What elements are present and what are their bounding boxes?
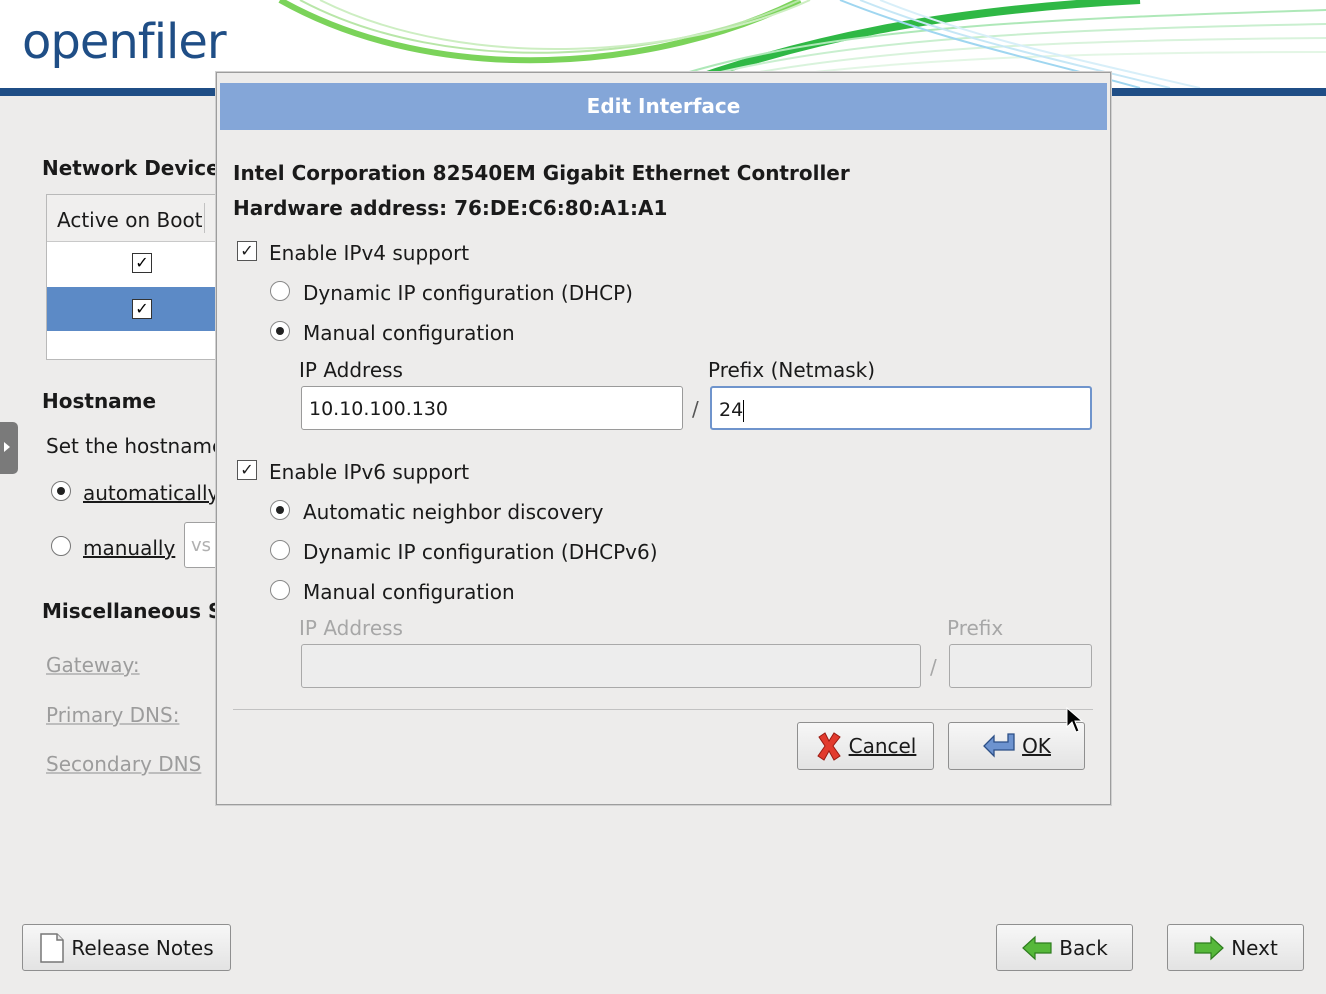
cancel-button[interactable]: Cancel — [797, 722, 934, 770]
ipv4-dhcp-radio[interactable] — [270, 281, 290, 301]
release-notes-label: Release Notes — [71, 935, 214, 960]
next-label: Next — [1231, 935, 1278, 960]
ipv6-manual-radio[interactable] — [270, 580, 290, 600]
primary-dns-label: Primary DNS: — [46, 703, 180, 727]
release-notes-button[interactable]: Release Notes — [22, 924, 231, 971]
ipv6-prefix-separator: / — [930, 655, 937, 679]
enter-arrow-icon — [983, 733, 1015, 758]
edit-interface-dialog: Edit Interface Intel Corporation 82540EM… — [216, 72, 1111, 805]
side-panel-handle[interactable] — [0, 422, 18, 474]
ipv4-dhcp-label[interactable]: Dynamic IP configuration (DHCP) — [303, 281, 633, 305]
ipv4-prefix-separator: / — [692, 397, 699, 421]
back-button[interactable]: Back — [996, 924, 1133, 971]
hostname-manual-label[interactable]: manually — [83, 536, 175, 560]
column-divider — [204, 203, 205, 233]
red-x-icon — [816, 732, 841, 761]
ipv6-prefix-label: Prefix — [947, 616, 1004, 640]
ipv6-auto-label[interactable]: Automatic neighbor discovery — [303, 500, 603, 524]
ipv4-prefix-label: Prefix (Netmask) — [708, 358, 876, 382]
ipv4-ip-address-label: IP Address — [299, 358, 403, 382]
mouse-pointer-icon — [1066, 707, 1084, 733]
column-header-active-on-boot: Active on Boot — [57, 208, 203, 232]
gateway-label: Gateway: — [46, 653, 140, 677]
dialog-separator — [233, 709, 1093, 710]
ipv6-prefix-input[interactable] — [949, 644, 1092, 688]
ipv6-manual-label[interactable]: Manual configuration — [303, 580, 515, 604]
active-on-boot-checkbox[interactable]: ✓ — [132, 299, 152, 319]
enable-ipv4-label[interactable]: Enable IPv4 support — [269, 241, 469, 265]
hostname-description: Set the hostname — [46, 434, 225, 458]
table-row-selected[interactable]: ✓ — [47, 287, 217, 331]
document-icon — [40, 932, 65, 963]
openfiler-logo: openfiler — [22, 14, 227, 70]
hostname-auto-label[interactable]: automatically — [83, 481, 219, 505]
text-cursor — [743, 399, 745, 422]
ipv4-prefix-value: 24 — [719, 399, 744, 421]
ipv6-dhcp-radio[interactable] — [270, 540, 290, 560]
enable-ipv6-checkbox[interactable]: ✓ — [237, 460, 257, 480]
dialog-title: Edit Interface — [220, 83, 1107, 130]
ipv6-ip-address-label: IP Address — [299, 616, 403, 640]
ipv6-ip-address-input[interactable] — [301, 644, 921, 688]
hostname-manual-input-text: vs — [191, 535, 212, 556]
back-label: Back — [1059, 935, 1108, 960]
network-devices-table: Active on Boot ✓ ✓ — [46, 194, 218, 360]
green-left-arrow-icon — [1022, 935, 1052, 960]
next-button[interactable]: Next — [1167, 924, 1304, 971]
ipv6-auto-radio[interactable] — [270, 500, 290, 520]
hardware-address: Hardware address: 76:DE:C6:80:A1:A1 — [233, 196, 668, 220]
hostname-auto-radio[interactable] — [51, 481, 71, 501]
device-name: Intel Corporation 82540EM Gigabit Ethern… — [233, 161, 850, 185]
network-devices-heading: Network Devices — [42, 156, 232, 180]
enable-ipv6-label[interactable]: Enable IPv6 support — [269, 460, 469, 484]
table-header[interactable]: Active on Boot — [47, 195, 217, 242]
active-on-boot-checkbox[interactable]: ✓ — [132, 253, 152, 273]
chevron-right-icon — [4, 442, 10, 452]
cancel-label: Cancel — [848, 734, 917, 758]
secondary-dns-label: Secondary DNS — [46, 752, 202, 776]
enable-ipv4-checkbox[interactable]: ✓ — [237, 241, 257, 261]
hostname-heading: Hostname — [42, 389, 157, 413]
ipv4-ip-address-input[interactable]: 10.10.100.130 — [301, 386, 683, 430]
ipv4-manual-radio[interactable] — [270, 321, 290, 341]
ipv4-prefix-input[interactable]: 24 — [710, 386, 1092, 430]
ipv4-manual-label[interactable]: Manual configuration — [303, 321, 515, 345]
hostname-manual-radio[interactable] — [51, 536, 71, 556]
ok-label: OK — [1022, 734, 1051, 758]
green-right-arrow-icon — [1194, 935, 1225, 960]
ipv6-dhcp-label[interactable]: Dynamic IP configuration (DHCPv6) — [303, 540, 658, 564]
ok-button[interactable]: OK — [948, 722, 1085, 770]
table-row[interactable]: ✓ — [47, 241, 217, 285]
